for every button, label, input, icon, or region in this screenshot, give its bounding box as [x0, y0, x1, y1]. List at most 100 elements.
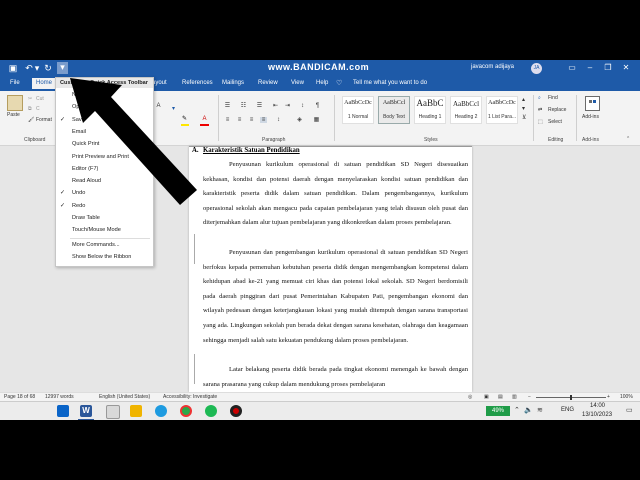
document-page[interactable]: A. Karakteristik Satuan Pendidikan Penyu…	[189, 146, 472, 392]
qat-menu-item[interactable]: Draw Table	[56, 213, 153, 224]
word-app-icon[interactable]: W	[80, 405, 92, 417]
select-icon[interactable]: ⬚	[538, 119, 543, 125]
zoom-slider-thumb[interactable]	[570, 395, 572, 400]
qat-customize-icon[interactable]: ▾	[57, 62, 68, 74]
paste-button[interactable]: Paste	[7, 112, 20, 118]
focus-icon[interactable]: ◎	[468, 394, 472, 400]
styles-scroll-up-icon[interactable]: ▴	[522, 96, 525, 103]
tray-expand-icon[interactable]: ⌃	[514, 406, 520, 414]
align-right-icon[interactable]: ≡	[248, 117, 255, 123]
styles-more-icon[interactable]: ⊻	[522, 114, 526, 121]
style-heading-2[interactable]: AaBbCcl Heading 2	[450, 96, 482, 124]
word-count[interactable]: 12997 words	[45, 394, 74, 400]
wifi-icon[interactable]: ≋	[537, 406, 543, 414]
shading-icon[interactable]: ◈	[296, 117, 303, 123]
format-painter-button[interactable]: Format	[36, 117, 52, 123]
qat-menu-item[interactable]: Ne	[56, 90, 153, 101]
spotify-icon[interactable]	[205, 405, 217, 417]
tab-file[interactable]: File	[10, 80, 20, 86]
cut-icon[interactable]: ✂	[28, 96, 32, 102]
read-mode-icon[interactable]: ▣	[484, 394, 489, 400]
select-button[interactable]: Select	[548, 119, 562, 125]
clock-time[interactable]: 14:00	[590, 403, 605, 409]
cut-button[interactable]: Cut	[36, 96, 44, 102]
input-language[interactable]: ENG	[561, 407, 574, 413]
redo-icon[interactable]: ↻	[43, 63, 53, 73]
align-left-icon[interactable]: ≡	[224, 117, 231, 123]
language-status[interactable]: English (United States)	[99, 394, 150, 400]
qat-menu-item[interactable]: More Commands...	[56, 240, 153, 251]
clock-date[interactable]: 13/10/2023	[582, 412, 612, 418]
text-effects-icon[interactable]: A	[155, 103, 162, 109]
paste-icon[interactable]	[7, 95, 23, 111]
tab-view[interactable]: View	[291, 80, 304, 86]
font-color-icon[interactable]: A	[201, 116, 208, 122]
zoom-in-icon[interactable]: +	[607, 394, 610, 400]
qat-menu-item[interactable]: Show Below the Ribbon	[56, 252, 153, 263]
numbering-icon[interactable]: ☷	[240, 103, 247, 109]
qat-menu-item[interactable]: Read Aloud	[56, 176, 153, 187]
page-count[interactable]: Page 18 of 68	[4, 394, 35, 400]
copy-icon[interactable]: ⧉	[28, 106, 32, 112]
tab-home[interactable]: Home	[32, 78, 57, 89]
recorder-app-icon[interactable]	[230, 405, 242, 417]
user-name[interactable]: javacom adijaya	[471, 64, 514, 70]
tab-layout[interactable]: ayout	[152, 80, 167, 86]
accessibility-status[interactable]: Accessibility: Investigate	[163, 394, 217, 400]
format-painter-icon[interactable]: 🖌	[28, 117, 34, 123]
highlight-icon[interactable]: ✎	[181, 116, 188, 122]
sort-icon[interactable]: ↕	[299, 103, 306, 109]
decrease-indent-icon[interactable]: ⇤	[272, 103, 279, 109]
qat-menu-item[interactable]: ✓ Save	[56, 115, 153, 126]
qat-menu-item[interactable]: Print Preview and Print	[56, 152, 153, 163]
style-body-text[interactable]: AaBbCcl Body Text	[378, 96, 410, 124]
qat-menu-item[interactable]: ✓ Undo	[56, 188, 153, 199]
zoom-level[interactable]: 100%	[620, 394, 633, 400]
qat-menu-item[interactable]: Touch/Mouse Mode	[56, 225, 153, 236]
undo-dropdown-icon[interactable]: ▾	[32, 63, 42, 73]
copy-button[interactable]: C	[36, 106, 40, 112]
addins-icon[interactable]	[585, 96, 600, 111]
borders-icon[interactable]: ▦	[313, 117, 320, 123]
tab-references[interactable]: References	[182, 80, 213, 86]
find-button[interactable]: Find	[548, 95, 558, 101]
edge-icon[interactable]	[155, 405, 167, 417]
styles-scroll-down-icon[interactable]: ▾	[522, 105, 525, 112]
qat-menu-item[interactable]: Quick Print	[56, 139, 153, 150]
web-layout-icon[interactable]: ▥	[512, 394, 517, 400]
close-icon[interactable]: ✕	[620, 62, 632, 74]
tab-help[interactable]: Help	[316, 80, 328, 86]
bullets-icon[interactable]: ☰	[224, 103, 231, 109]
collapse-ribbon-icon[interactable]: ⌃	[626, 136, 630, 142]
qat-menu-item[interactable]: Email	[56, 127, 153, 138]
style-heading-1[interactable]: AaBbC Heading 1	[414, 96, 446, 124]
align-center-icon[interactable]: ≡	[236, 117, 243, 123]
tab-mailings[interactable]: Mailings	[222, 80, 244, 86]
qat-menu-item[interactable]: Op	[56, 102, 153, 113]
minimize-icon[interactable]: –	[584, 62, 596, 74]
increase-indent-icon[interactable]: ⇥	[284, 103, 291, 109]
notification-icon[interactable]: ▭	[626, 406, 633, 414]
tab-review[interactable]: Review	[258, 80, 278, 86]
replace-icon[interactable]: ⇄	[538, 107, 542, 113]
style-normal[interactable]: AaBbCcDc 1 Normal	[342, 96, 374, 124]
style-list-paragraph[interactable]: AaBbCcDc 1 List Para...	[486, 96, 518, 124]
text-effects-dropdown-icon[interactable]: ▾	[170, 106, 177, 112]
print-layout-icon[interactable]: ▤	[498, 394, 503, 400]
multilevel-list-icon[interactable]: ☰	[256, 103, 263, 109]
windows-start-icon[interactable]	[57, 405, 69, 417]
addins-button[interactable]: Add-ins	[582, 114, 599, 120]
qat-menu-item[interactable]: Editor (F7)	[56, 164, 153, 175]
justify-icon[interactable]: ≡	[260, 117, 267, 123]
zoom-out-icon[interactable]: −	[528, 394, 531, 400]
qat-menu-item[interactable]: ✓ Redo	[56, 201, 153, 212]
chrome-icon[interactable]	[180, 405, 192, 417]
battery-indicator[interactable]: 49%	[486, 406, 510, 416]
find-icon[interactable]: ⌕	[538, 95, 541, 101]
show-marks-icon[interactable]: ¶	[314, 103, 321, 109]
avatar[interactable]: JA	[531, 63, 542, 74]
restore-icon[interactable]: ❐	[602, 62, 614, 74]
replace-button[interactable]: Replace	[548, 107, 566, 113]
line-spacing-icon[interactable]: ↕	[275, 117, 282, 123]
tell-me-search[interactable]: Tell me what you want to do	[353, 80, 427, 86]
